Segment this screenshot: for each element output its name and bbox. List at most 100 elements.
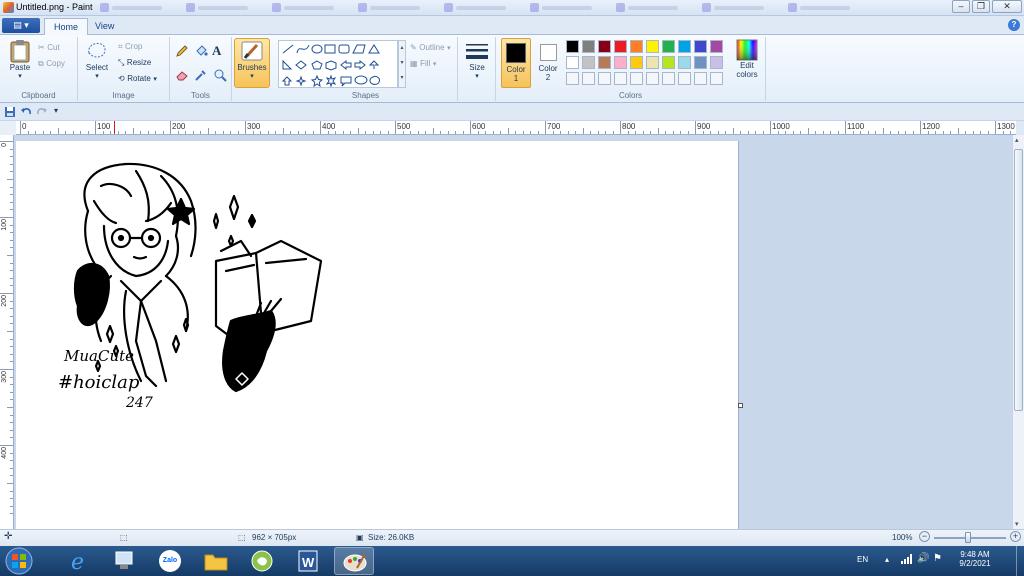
paint-menu-button[interactable]: ▤ ▾: [2, 18, 40, 33]
show-hidden-icons[interactable]: ▴: [885, 555, 889, 564]
palette-empty-swatch[interactable]: [582, 72, 595, 85]
fill-bucket-icon[interactable]: [193, 43, 209, 59]
palette-swatch[interactable]: [678, 56, 691, 69]
palette-swatch[interactable]: [582, 40, 595, 53]
color2-button[interactable]: Color 2: [534, 39, 562, 87]
palette-empty-swatch[interactable]: [598, 72, 611, 85]
ruler-minor-tick: [522, 131, 524, 134]
color-picker-icon[interactable]: [193, 67, 209, 83]
network-signal-icon[interactable]: [901, 554, 913, 566]
cut-button[interactable]: ✂ Cut: [38, 42, 60, 52]
canvas-size-icon: ⬚: [238, 533, 246, 542]
magnifier-icon[interactable]: [212, 67, 228, 83]
redo-icon[interactable]: [36, 106, 48, 118]
palette-swatch[interactable]: [614, 40, 627, 53]
save-icon[interactable]: [4, 106, 16, 118]
vertical-scrollbar[interactable]: ▴ ▾: [1012, 135, 1024, 529]
palette-swatch[interactable]: [582, 56, 595, 69]
ruler-minor-tick: [65, 131, 66, 134]
crop-button[interactable]: ⌗ Crop: [118, 41, 142, 52]
palette-swatch[interactable]: [630, 56, 643, 69]
tab-view[interactable]: View: [86, 18, 123, 35]
drawing-canvas[interactable]: MuaCute #hoiclap 247: [16, 141, 739, 529]
palette-empty-swatch[interactable]: [614, 72, 627, 85]
taskbar-app[interactable]: [242, 547, 282, 575]
zoom-out-icon[interactable]: −: [919, 531, 930, 542]
pencil-icon[interactable]: [174, 43, 190, 59]
palette-swatch[interactable]: [710, 40, 723, 53]
palette-swatch[interactable]: [678, 40, 691, 53]
edit-colors-button[interactable]: Edit colors: [732, 39, 762, 79]
copy-button[interactable]: ⧉ Copy: [38, 58, 65, 69]
text-tool-icon[interactable]: A: [212, 43, 221, 59]
palette-swatch[interactable]: [598, 56, 611, 69]
tab-home[interactable]: Home: [44, 18, 89, 35]
minimize-button[interactable]: –: [952, 0, 970, 13]
palette-swatch[interactable]: [630, 40, 643, 53]
input-language[interactable]: EN: [857, 555, 868, 564]
ruler-minor-tick: [912, 131, 914, 134]
canvas-resize-handle[interactable]: [738, 403, 743, 408]
ruler-corner: [0, 121, 16, 135]
palette-swatch[interactable]: [662, 56, 675, 69]
palette-swatch[interactable]: [646, 40, 659, 53]
start-button[interactable]: [2, 547, 38, 575]
taskbar-word[interactable]: W: [288, 547, 328, 575]
scroll-down-icon[interactable]: ▾: [1015, 520, 1019, 528]
action-center-icon[interactable]: ⚑: [933, 553, 942, 564]
help-icon[interactable]: ?: [1008, 19, 1020, 31]
taskbar-explorer[interactable]: [196, 547, 236, 575]
ruler-label: 0: [22, 122, 27, 131]
outline-label: Outline: [419, 43, 445, 52]
rotate-button[interactable]: ⟲ Rotate ▾: [118, 73, 157, 83]
paint-icon: [343, 553, 367, 572]
paste-button[interactable]: Paste ▾: [6, 39, 34, 85]
ruler-label: 1100: [847, 122, 865, 131]
color1-button[interactable]: Color 1: [501, 38, 531, 88]
zoom-in-icon[interactable]: +: [1010, 531, 1021, 542]
outline-button[interactable]: ✎ Outline ▾: [410, 42, 451, 52]
shapes-gallery[interactable]: [278, 40, 398, 88]
undo-icon[interactable]: [20, 106, 32, 118]
palette-swatch[interactable]: [694, 40, 707, 53]
palette-empty-swatch[interactable]: [566, 72, 579, 85]
palette-swatch[interactable]: [694, 56, 707, 69]
ruler-minor-tick: [987, 131, 989, 134]
palette-swatch[interactable]: [646, 56, 659, 69]
palette-swatch[interactable]: [614, 56, 627, 69]
taskbar-network[interactable]: [104, 547, 144, 575]
scroll-up-icon[interactable]: ▴: [1015, 136, 1019, 144]
palette-swatch[interactable]: [598, 40, 611, 53]
palette-swatch[interactable]: [710, 56, 723, 69]
eraser-icon[interactable]: [174, 67, 190, 83]
rotate-label: Rotate: [127, 74, 151, 83]
palette-swatch[interactable]: [566, 56, 579, 69]
palette-empty-swatch[interactable]: [694, 72, 707, 85]
fill-button[interactable]: ▦ Fill ▾: [410, 58, 436, 68]
palette-empty-swatch[interactable]: [662, 72, 675, 85]
ruler-minor-tick: [215, 131, 216, 134]
size-button[interactable]: Size ▾: [464, 41, 490, 80]
restore-button[interactable]: ❐: [972, 0, 990, 13]
palette-empty-swatch[interactable]: [646, 72, 659, 85]
customize-qat-icon[interactable]: ▾: [54, 106, 58, 115]
shapes-scroll[interactable]: ▴ ▾ ▾: [398, 40, 406, 88]
close-button[interactable]: ✕: [992, 0, 1022, 13]
palette-empty-swatch[interactable]: [710, 72, 723, 85]
select-button[interactable]: Select ▾: [84, 39, 110, 87]
brushes-button[interactable]: Brushes ▾: [234, 38, 270, 88]
volume-icon[interactable]: 🔊: [917, 553, 929, 564]
taskbar-zalo[interactable]: Zalo: [150, 547, 190, 575]
resize-button[interactable]: ⤡ Resize: [118, 57, 151, 68]
scrollbar-thumb[interactable]: [1014, 149, 1023, 411]
palette-empty-swatch[interactable]: [678, 72, 691, 85]
show-desktop-button[interactable]: [1016, 546, 1024, 576]
taskbar-ie[interactable]: e: [58, 547, 98, 575]
palette-swatch[interactable]: [662, 40, 675, 53]
palette-swatch[interactable]: [566, 40, 579, 53]
zoom-slider-knob[interactable]: [965, 532, 971, 543]
ruler-minor-tick: [650, 131, 651, 134]
taskbar-paint[interactable]: [334, 547, 374, 575]
palette-empty-swatch[interactable]: [630, 72, 643, 85]
taskbar-clock[interactable]: 9:48 AM 9/2/2021: [957, 550, 993, 568]
